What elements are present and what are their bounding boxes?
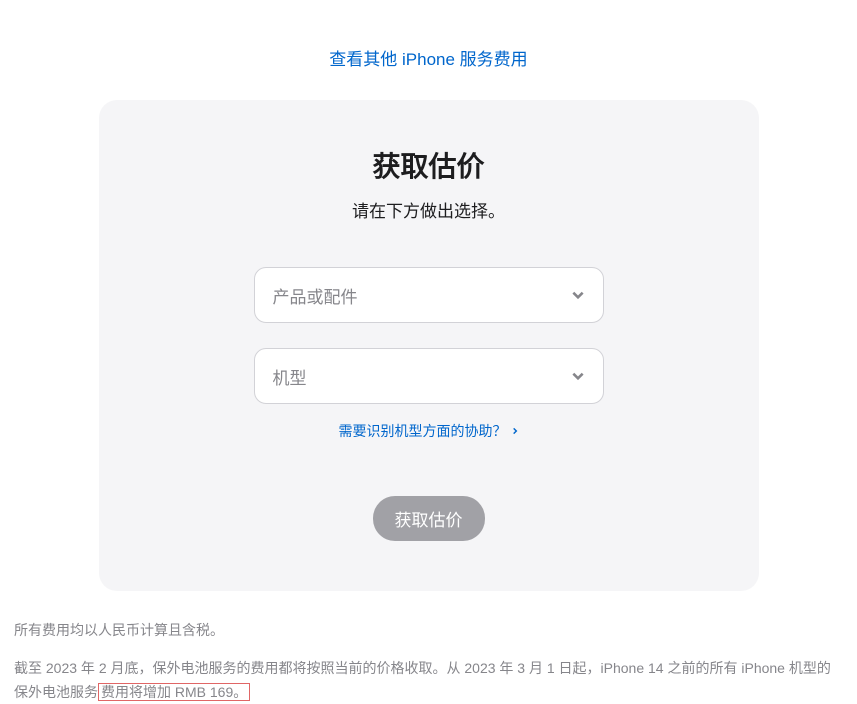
product-select[interactable]: 产品或配件 [254, 267, 604, 323]
chevron-down-icon [571, 288, 585, 302]
top-other-fees-link: 查看其他 iPhone 服务费用 [10, 0, 847, 100]
help-link-row: 需要识别机型方面的协助？ [139, 421, 719, 441]
card-subtitle: 请在下方做出选择。 [139, 197, 719, 222]
help-link-label: 需要识别机型方面的协助？ [339, 421, 507, 441]
model-select-placeholder: 机型 [273, 364, 307, 389]
model-select[interactable]: 机型 [254, 348, 604, 404]
footer-notes: 所有费用均以人民币计算且含税。 截至 2023 年 2 月底，保外电池服务的费用… [10, 619, 847, 704]
view-other-fees-link[interactable]: 查看其他 iPhone 服务费用 [329, 50, 527, 69]
identify-model-help-link[interactable]: 需要识别机型方面的协助？ [339, 421, 519, 441]
footer-line-2: 截至 2023 年 2 月底，保外电池服务的费用都将按照当前的价格收取。从 20… [14, 657, 843, 704]
footer-line-1: 所有费用均以人民币计算且含税。 [14, 619, 843, 643]
get-estimate-button[interactable]: 获取估价 [373, 496, 485, 541]
chevron-down-icon [571, 369, 585, 383]
product-select-placeholder: 产品或配件 [273, 283, 358, 308]
card-title: 获取估价 [139, 145, 719, 185]
price-increase-highlight: 费用将增加 RMB 169。 [98, 683, 250, 701]
estimate-card: 获取估价 请在下方做出选择。 产品或配件 机型 需要识别机型方面的协助？ 获取估… [99, 100, 759, 591]
chevron-right-icon [511, 427, 519, 435]
